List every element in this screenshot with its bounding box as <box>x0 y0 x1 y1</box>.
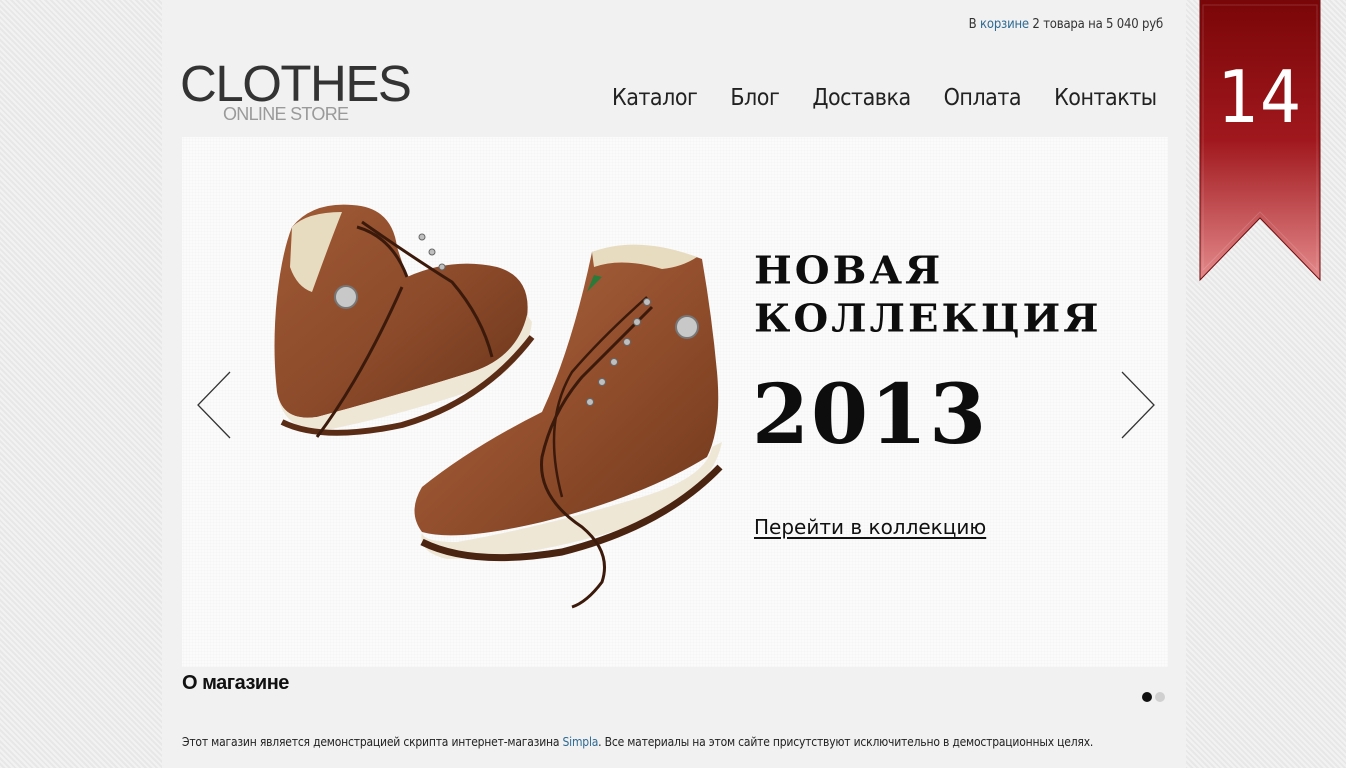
chevron-left-icon <box>197 371 231 439</box>
promo-year: 2013 <box>752 367 989 463</box>
nav-item-blog[interactable]: Блог <box>730 85 779 111</box>
nav-item-delivery[interactable]: Доставка <box>812 85 911 111</box>
cart-prefix: В <box>968 17 980 32</box>
about-text: Этот магазин является демонстрацией скри… <box>182 735 1093 749</box>
cart-suffix: 2 товара на 5 040 руб <box>1028 17 1163 32</box>
nav-item-contacts[interactable]: Контакты <box>1054 85 1157 111</box>
simpla-link[interactable]: Simpla <box>563 735 599 749</box>
promo-slider: НОВАЯ КОЛЛЕКЦИЯ 2013 Перейти в коллекцию <box>182 137 1168 667</box>
main-nav: Каталог Блог Доставка Оплата Контакты <box>612 85 1190 111</box>
nav-item-payment[interactable]: Оплата <box>944 85 1022 111</box>
slider-pagination <box>1142 692 1165 702</box>
about-text-before: Этот магазин является демонстрацией скри… <box>182 735 563 749</box>
about-text-after: . Все материалы на этом сайте присутству… <box>598 735 1094 749</box>
promo-headline-line1: НОВАЯ <box>754 248 944 293</box>
slider-dot-1[interactable] <box>1142 692 1152 702</box>
ribbon-number: 14 <box>1217 55 1303 139</box>
slider-prev-arrow[interactable] <box>196 370 236 440</box>
slider-next-arrow[interactable] <box>1116 370 1156 440</box>
about-heading: О магазине <box>182 672 289 694</box>
logo-subtitle: ONLINE STORE <box>223 104 349 124</box>
day-ribbon-badge: 14 <box>1198 0 1322 285</box>
brown-leather-boots-image <box>274 204 723 609</box>
nav-item-catalog[interactable]: Каталог <box>612 85 698 111</box>
cart-link[interactable]: корзине <box>980 17 1029 32</box>
ribbon-bookmark-icon <box>1199 0 1321 282</box>
chevron-right-icon <box>1121 371 1155 439</box>
slider-dot-2[interactable] <box>1155 692 1165 702</box>
cart-summary: В корзине 2 товара на 5 040 руб <box>968 17 1164 32</box>
page-container: В корзине 2 товара на 5 040 руб CLOTHES … <box>162 0 1186 768</box>
logo[interactable]: CLOTHES ONLINE STORE <box>180 56 412 125</box>
go-to-collection-link[interactable]: Перейти в коллекцию <box>754 515 986 539</box>
promo-headline-line2: КОЛЛЕКЦИЯ <box>754 296 1102 341</box>
